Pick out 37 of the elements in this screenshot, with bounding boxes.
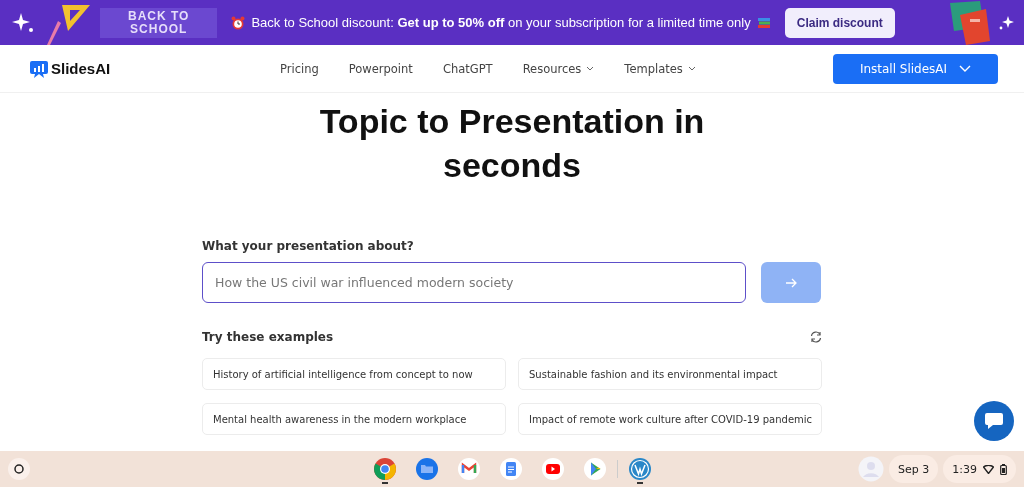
date-button[interactable]: Sep 3 <box>889 455 939 483</box>
nav-link[interactable]: ChatGPT <box>442 61 493 76</box>
battery-icon <box>1000 463 1007 475</box>
example-card[interactable]: Impact of remote work culture after COVID-19 pandemic <box>518 403 822 435</box>
chevron-down-icon <box>959 65 972 72</box>
chat-bubble-icon <box>984 412 1004 430</box>
chevron-down-icon <box>586 66 595 71</box>
launcher-button[interactable] <box>8 458 30 480</box>
circle-icon <box>14 464 24 474</box>
clock-time: 1:39 <box>952 462 977 476</box>
nav-link[interactable]: Templates <box>624 61 696 76</box>
prompt-label: What your presentation about? <box>202 239 415 253</box>
badge-text: BACK TO <box>128 9 190 23</box>
books-icon <box>756 15 771 30</box>
promo-message: Back to School discount: Get up to 50% off on your subscription for a limited time only <box>251 15 751 30</box>
nav-link[interactable]: Pricing <box>280 61 319 76</box>
logo-icon <box>30 59 48 78</box>
example-card[interactable]: Mental health awareness in the modern workplace <box>202 403 506 435</box>
page-title: Topic to Presentation in seconds <box>318 101 706 186</box>
sparkle-icon <box>998 14 1014 31</box>
example-card[interactable]: Sustainable fashion and its environmental impact <box>518 358 822 390</box>
chevron-down-icon <box>687 66 696 71</box>
refresh-icon[interactable] <box>810 331 822 343</box>
claim-discount-button[interactable]: Claim discount <box>784 7 895 38</box>
logo-text: SlidesAI <box>51 60 111 77</box>
alarm-clock-icon <box>231 15 246 30</box>
chat-button[interactable] <box>974 401 1014 441</box>
badge-text: SCHOOL <box>130 22 188 36</box>
nav-link[interactable]: Resources <box>522 61 595 76</box>
status-area[interactable]: 1:39 <box>943 455 1016 483</box>
examples-heading: Try these examples <box>202 330 334 344</box>
topic-input[interactable]: How the US civil war influenced modern society <box>202 262 746 303</box>
install-button[interactable]: Install SlidesAI <box>833 53 998 84</box>
example-card[interactable]: History of artificial intelligence from concept to now <box>202 358 506 390</box>
arrow-right-icon <box>785 277 797 288</box>
wifi-icon <box>983 464 994 474</box>
nav-link[interactable]: Powerpoint <box>348 61 413 76</box>
